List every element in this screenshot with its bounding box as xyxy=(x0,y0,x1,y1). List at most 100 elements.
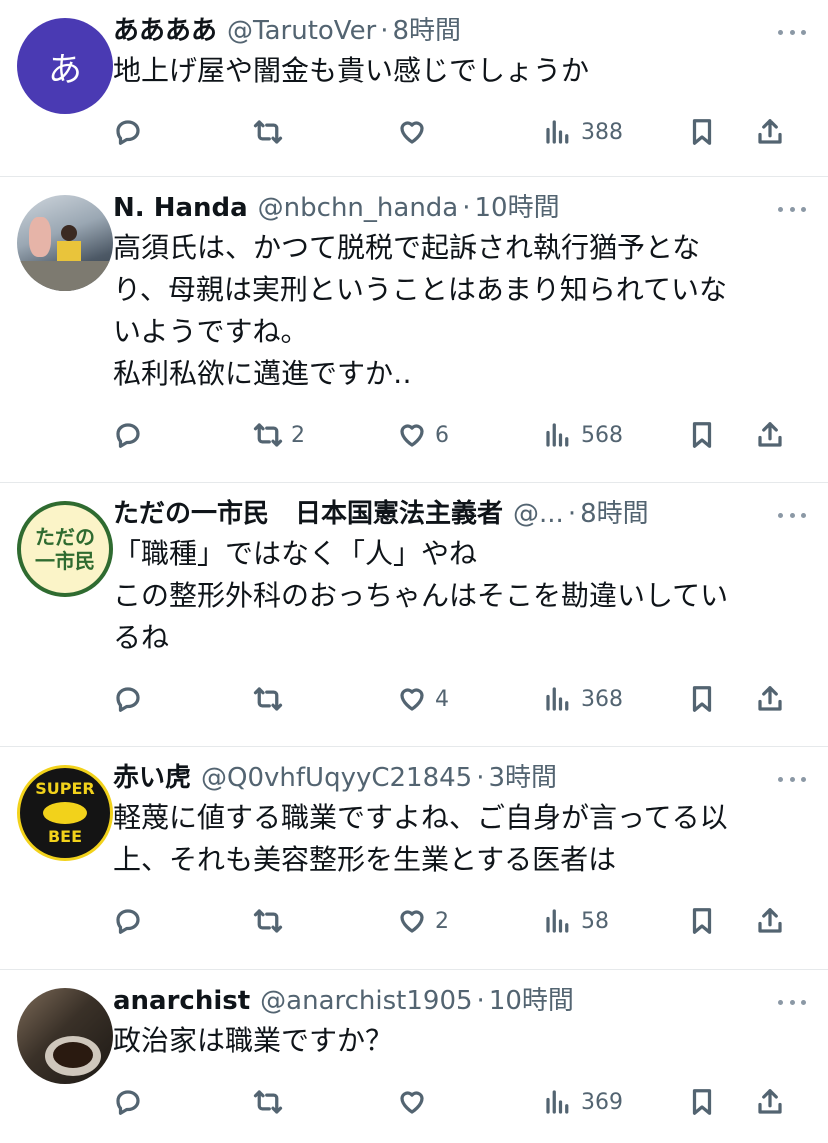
reply-button[interactable] xyxy=(113,420,151,450)
like-icon xyxy=(400,424,424,447)
display-name[interactable]: ああああ xyxy=(113,14,217,48)
retweet-icon xyxy=(253,1090,283,1114)
tweet[interactable]: anarchist @anarchist1905 · 10時間 政治家は職業です… xyxy=(0,970,828,1143)
action-bar: 2 58 xyxy=(113,901,806,941)
share-button[interactable] xyxy=(755,684,785,714)
like-button[interactable] xyxy=(397,117,435,147)
tweet[interactable]: N. Handa @nbchn_handa · 10時間 高須氏は、かつて脱税で… xyxy=(0,177,828,483)
tweet-text: 「職種」ではなく「人」やね この整形外科のおっちゃんはそこを勘違いしてい るね xyxy=(113,537,729,654)
retweet-icon xyxy=(253,909,283,933)
tweet-header: 赤い虎 @Q0vhfUqyyC21845 · 3時間 xyxy=(113,761,806,797)
tweet-header: anarchist @anarchist1905 · 10時間 xyxy=(113,984,806,1020)
reply-button[interactable] xyxy=(113,684,151,714)
like-icon xyxy=(400,1091,424,1114)
bookmark-icon xyxy=(692,908,712,934)
handle[interactable]: @TarutoVer xyxy=(227,14,376,48)
retweet-button[interactable]: 2 xyxy=(253,420,305,450)
more-icon[interactable] xyxy=(778,197,806,221)
tweet[interactable]: ただの 一市民 ただの一市民 日本国憲法主義者 @... · 8時間 「職種」で… xyxy=(0,483,828,747)
timestamp[interactable]: 10時間 xyxy=(489,984,574,1018)
share-button[interactable] xyxy=(755,420,785,450)
share-button[interactable] xyxy=(755,117,785,147)
more-icon[interactable] xyxy=(778,503,806,527)
separator-dot: · xyxy=(476,986,485,1016)
views-icon xyxy=(546,687,569,711)
reply-button[interactable] xyxy=(113,1087,151,1117)
tweet[interactable]: あ ああああ @TarutoVer · 8時間 地上げ屋や闇金も貴い感じでしょう… xyxy=(0,0,828,177)
display-name[interactable]: 赤い虎 xyxy=(113,761,191,795)
bookmark-button[interactable] xyxy=(687,420,717,450)
more-icon[interactable] xyxy=(778,767,806,791)
like-icon xyxy=(400,910,424,933)
avatar-text-bottom: BEE xyxy=(47,827,83,846)
handle[interactable]: @nbchn_handa xyxy=(258,191,459,225)
more-icon[interactable] xyxy=(778,990,806,1014)
retweet-button[interactable] xyxy=(253,1087,291,1117)
views-button[interactable]: 58 xyxy=(543,906,609,936)
action-bar: 4 368 xyxy=(113,679,806,719)
timestamp[interactable]: 10時間 xyxy=(475,191,560,225)
avatar[interactable] xyxy=(17,195,113,291)
share-button[interactable] xyxy=(755,1087,785,1117)
action-bar: 2 6 568 xyxy=(113,415,806,455)
reply-icon xyxy=(116,1090,140,1115)
views-icon xyxy=(546,909,569,933)
like-button[interactable]: 4 xyxy=(397,684,449,714)
reply-button[interactable] xyxy=(113,906,151,936)
handle[interactable]: @... xyxy=(513,497,564,531)
reply-button[interactable] xyxy=(113,117,151,147)
bookmark-button[interactable] xyxy=(687,117,717,147)
separator-dot: · xyxy=(476,763,485,793)
like-count: 4 xyxy=(435,686,449,712)
like-button[interactable]: 2 xyxy=(397,906,449,936)
tweet-text: 地上げ屋や闇金も貴い感じでしょうか xyxy=(113,54,590,87)
handle[interactable]: @Q0vhfUqyyC21845 xyxy=(201,761,472,795)
timestamp[interactable]: 8時間 xyxy=(393,14,462,48)
tweet-text: 政治家は職業ですか？ xyxy=(113,1024,394,1057)
reply-icon xyxy=(116,687,140,712)
like-button[interactable] xyxy=(397,1087,435,1117)
handle[interactable]: @anarchist1905 xyxy=(260,984,472,1018)
timestamp[interactable]: 3時間 xyxy=(488,761,557,795)
avatar[interactable]: ただの 一市民 xyxy=(17,501,113,597)
tweet-header: N. Handa @nbchn_handa · 10時間 xyxy=(113,191,806,227)
retweet-count: 2 xyxy=(291,422,305,448)
views-button[interactable]: 568 xyxy=(543,420,623,450)
reply-icon xyxy=(116,423,140,448)
views-button[interactable]: 388 xyxy=(543,117,623,147)
tweet[interactable]: SUPER BEE 赤い虎 @Q0vhfUqyyC21845 · 3時間 軽蔑に… xyxy=(0,747,828,970)
views-icon xyxy=(546,120,569,144)
bookmark-button[interactable] xyxy=(687,1087,717,1117)
retweet-icon xyxy=(253,687,283,711)
display-name[interactable]: ただの一市民 日本国憲法主義者 xyxy=(113,497,503,531)
like-button[interactable]: 6 xyxy=(397,420,449,450)
separator-dot: · xyxy=(462,193,471,223)
avatar[interactable]: SUPER BEE xyxy=(17,765,113,861)
bookmark-icon xyxy=(692,119,712,145)
views-icon xyxy=(546,1090,569,1114)
bookmark-button[interactable] xyxy=(687,906,717,936)
view-count: 388 xyxy=(581,119,623,145)
share-button[interactable] xyxy=(755,906,785,936)
action-bar: 388 xyxy=(113,112,806,152)
more-icon[interactable] xyxy=(778,20,806,44)
retweet-button[interactable] xyxy=(253,684,291,714)
like-count: 6 xyxy=(435,422,449,448)
reply-icon xyxy=(116,120,140,145)
avatar-text-line2: 一市民 xyxy=(35,549,95,573)
retweet-icon xyxy=(253,120,283,144)
avatar[interactable]: あ xyxy=(17,18,113,114)
retweet-button[interactable] xyxy=(253,906,291,936)
reply-icon xyxy=(116,909,140,934)
bookmark-icon xyxy=(692,422,712,448)
separator-dot: · xyxy=(380,16,389,46)
like-icon xyxy=(400,688,424,711)
timestamp[interactable]: 8時間 xyxy=(580,497,649,531)
avatar[interactable] xyxy=(17,988,113,1084)
views-button[interactable]: 369 xyxy=(543,1087,623,1117)
display-name[interactable]: N. Handa xyxy=(113,191,248,225)
display-name[interactable]: anarchist xyxy=(113,984,250,1018)
views-button[interactable]: 368 xyxy=(543,684,623,714)
bookmark-button[interactable] xyxy=(687,684,717,714)
retweet-button[interactable] xyxy=(253,117,291,147)
